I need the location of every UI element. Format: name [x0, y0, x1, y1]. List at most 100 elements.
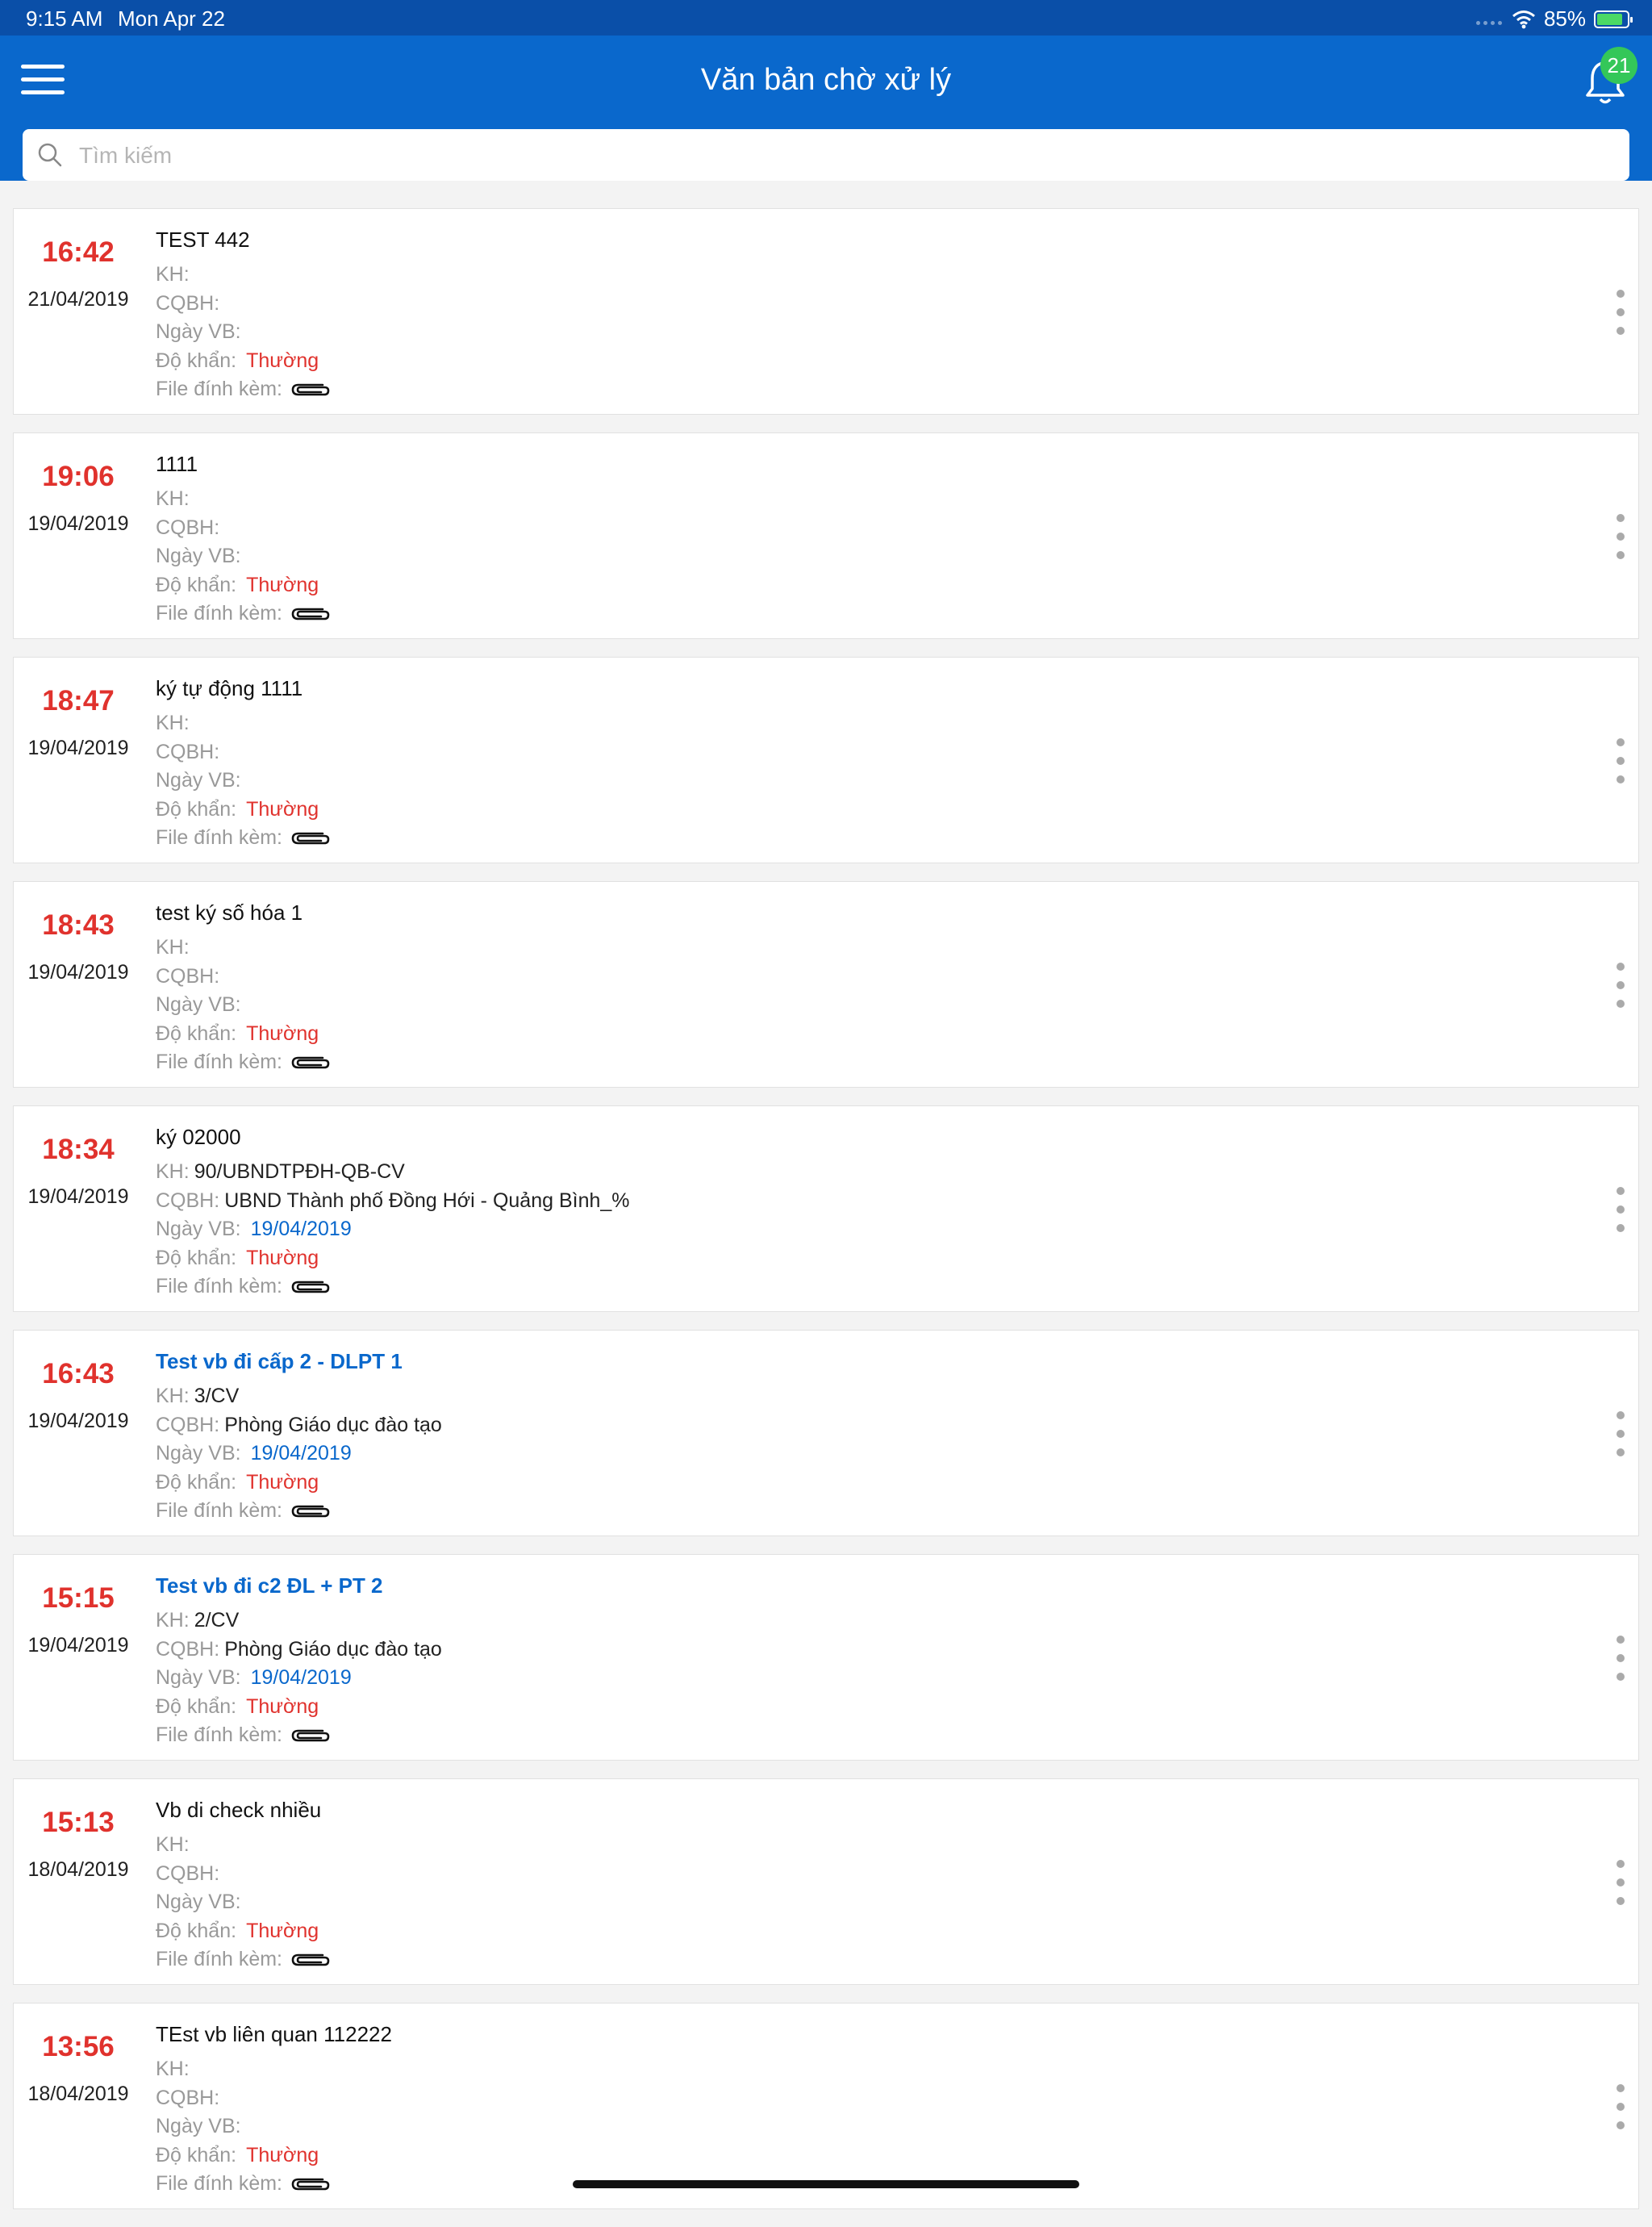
- more-options-button[interactable]: [1611, 738, 1630, 783]
- document-card[interactable]: 15:15 19/04/2019 Test vb đi c2 ĐL + PT 2 KH…: [13, 1554, 1639, 1761]
- attachment-label: File đính kèm:: [156, 1724, 283, 1746]
- document-title[interactable]: Vb di check nhiều: [156, 1795, 1541, 1831]
- do-khan-row: Độ khẩn: Thường: [156, 2141, 1541, 2171]
- document-title[interactable]: Test vb đi cấp 2 - DLPT 1: [156, 1347, 1541, 1382]
- document-card[interactable]: 18:43 19/04/2019 test ký số hóa 1 KH: CQBH: N…: [13, 881, 1639, 1088]
- attachment-row: File đính kèm:: [156, 1272, 1541, 1302]
- more-options-button[interactable]: [1611, 290, 1630, 335]
- attachment-label: File đính kèm:: [156, 1948, 283, 1970]
- kh-row: KH:: [156, 709, 1541, 738]
- ngay-vb-row: Ngày VB:: [156, 1888, 1541, 1917]
- attachment-label: File đính kèm:: [156, 1051, 283, 1073]
- do-khan-row: Độ khẩn: Thường: [156, 796, 1541, 825]
- document-card[interactable]: 16:42 21/04/2019 TEST 442 KH: CQBH: Ngày VB: Đ…: [13, 208, 1639, 415]
- do-khan-label: Độ khẩn:: [156, 1246, 237, 1269]
- document-title[interactable]: ký 02000: [156, 1122, 1541, 1158]
- vertical-dots-icon: [1617, 738, 1625, 746]
- paperclip-icon[interactable]: [290, 1053, 331, 1072]
- cqbh-label: CQBH:: [156, 1637, 220, 1661]
- document-title[interactable]: Test vb đi c2 ĐL + PT 2: [156, 1571, 1541, 1607]
- ngay-vb-row: Ngày VB:: [156, 542, 1541, 571]
- kh-label: KH:: [156, 712, 190, 734]
- do-khan-row: Độ khẩn: Thường: [156, 347, 1541, 376]
- document-date: 19/04/2019: [27, 1410, 129, 1432]
- document-info: Vb di check nhiều KH: CQBH: Ngày VB: Độ khẩn…: [156, 1795, 1541, 1974]
- attachment-label: File đính kèm:: [156, 826, 283, 849]
- paperclip-icon[interactable]: [290, 829, 331, 848]
- search-bar[interactable]: [23, 129, 1629, 182]
- more-options-button[interactable]: [1611, 514, 1630, 559]
- vertical-dots-icon: [1617, 290, 1625, 298]
- notification-badge[interactable]: 21: [1600, 47, 1637, 84]
- kh-label: KH:: [156, 1833, 190, 1856]
- kh-row: KH:: [156, 2055, 1541, 2084]
- paperclip-icon[interactable]: [290, 1950, 331, 1970]
- document-card[interactable]: 15:13 18/04/2019 Vb di check nhiều KH: CQBH:…: [13, 1778, 1639, 1985]
- kh-label: KH:: [156, 936, 190, 959]
- ngay-vb-row: Ngày VB:: [156, 2112, 1541, 2141]
- attachment-row: File đính kèm:: [156, 1497, 1541, 1526]
- ngay-vb-label: Ngày VB:: [156, 320, 241, 343]
- attachment-label: File đính kèm:: [156, 2172, 283, 2195]
- paperclip-icon[interactable]: [290, 1726, 331, 1745]
- document-title[interactable]: 1111: [156, 449, 1541, 485]
- ngay-vb-label: Ngày VB:: [156, 545, 241, 567]
- cellular-signal-icon: [1475, 14, 1504, 25]
- ngay-vb-row: Ngày VB:: [156, 991, 1541, 1020]
- document-title[interactable]: ký tự động 1111: [156, 674, 1541, 709]
- cqbh-label: CQBH:: [156, 1189, 220, 1212]
- search-input[interactable]: [77, 129, 1597, 182]
- more-options-button[interactable]: [1611, 1187, 1630, 1232]
- document-list: 16:42 21/04/2019 TEST 442 KH: CQBH: Ngày VB: Đ…: [13, 208, 1639, 2227]
- more-options-button[interactable]: [1611, 2084, 1630, 2129]
- do-khan-value: Thường: [246, 1022, 319, 1045]
- more-options-button[interactable]: [1611, 1860, 1630, 1905]
- home-indicator[interactable]: [573, 2180, 1079, 2188]
- ngay-vb-row: Ngày VB: 19/04/2019: [156, 1439, 1541, 1469]
- kh-row: KH:: [156, 1831, 1541, 1860]
- document-title[interactable]: TEST 442: [156, 225, 1541, 261]
- paperclip-icon[interactable]: [290, 380, 331, 399]
- paperclip-icon[interactable]: [290, 2175, 331, 2194]
- document-info: TEst vb liên quan 112222 KH: CQBH: Ngày VB:…: [156, 2020, 1541, 2199]
- document-card[interactable]: 16:43 19/04/2019 Test vb đi cấp 2 - DLPT 1…: [13, 1330, 1639, 1536]
- paperclip-icon[interactable]: [290, 604, 331, 624]
- ngay-vb-row: Ngày VB: 19/04/2019: [156, 1215, 1541, 1244]
- document-card[interactable]: 13:56 18/04/2019 TEst vb liên quan 112222 K…: [13, 2003, 1639, 2209]
- attachment-row: File đính kèm:: [156, 1945, 1541, 1974]
- battery-icon: [1594, 10, 1633, 28]
- cqbh-row: CQBH: Phòng Giáo dục đào tạo: [156, 1411, 1541, 1440]
- document-time: 18:34: [42, 1134, 115, 1165]
- document-info: 1111 KH: CQBH: Ngày VB: Độ khẩn: Thường File đ…: [156, 449, 1541, 629]
- more-options-button[interactable]: [1611, 1636, 1630, 1681]
- kh-label: KH:: [156, 1160, 190, 1183]
- document-card[interactable]: 19:06 19/04/2019 1111 KH: CQBH: Ngày VB: Độ kh…: [13, 432, 1639, 639]
- more-options-button[interactable]: [1611, 1411, 1630, 1456]
- document-date: 19/04/2019: [27, 961, 129, 984]
- document-date: 19/04/2019: [27, 1185, 129, 1208]
- attachment-row: File đính kèm:: [156, 375, 1541, 404]
- do-khan-row: Độ khẩn: Thường: [156, 1469, 1541, 1498]
- attachment-label: File đính kèm:: [156, 602, 283, 625]
- kh-label: KH:: [156, 1385, 190, 1407]
- do-khan-label: Độ khẩn:: [156, 1022, 237, 1045]
- cqbh-row: CQBH:: [156, 1860, 1541, 1889]
- more-options-button[interactable]: [1611, 963, 1630, 1008]
- cqbh-row: CQBH: UBND Thành phố Đồng Hới - Quảng Bìn…: [156, 1187, 1541, 1216]
- ngay-vb-value: 19/04/2019: [250, 1666, 352, 1689]
- do-khan-label: Độ khẩn:: [156, 1919, 237, 1942]
- status-right: 85%: [1475, 6, 1633, 31]
- document-title[interactable]: TEst vb liên quan 112222: [156, 2020, 1541, 2055]
- attachment-row: File đính kèm:: [156, 600, 1541, 629]
- ngay-vb-row: Ngày VB:: [156, 767, 1541, 796]
- paperclip-icon[interactable]: [290, 1502, 331, 1521]
- attachment-label: File đính kèm:: [156, 1275, 283, 1297]
- document-card[interactable]: 18:34 19/04/2019 ký 02000 KH: 90/UBNDTPĐH-QB…: [13, 1105, 1639, 1312]
- paperclip-icon[interactable]: [290, 1277, 331, 1297]
- battery-percent: 85%: [1543, 6, 1586, 31]
- document-card[interactable]: 18:47 19/04/2019 ký tự động 1111 KH: CQBH: Ng…: [13, 657, 1639, 863]
- document-info: test ký số hóa 1 KH: CQBH: Ngày VB: Độ khẩn:…: [156, 898, 1541, 1077]
- cqbh-row: CQBH:: [156, 290, 1541, 319]
- document-title[interactable]: test ký số hóa 1: [156, 898, 1541, 934]
- document-date: 18/04/2019: [27, 2083, 129, 2105]
